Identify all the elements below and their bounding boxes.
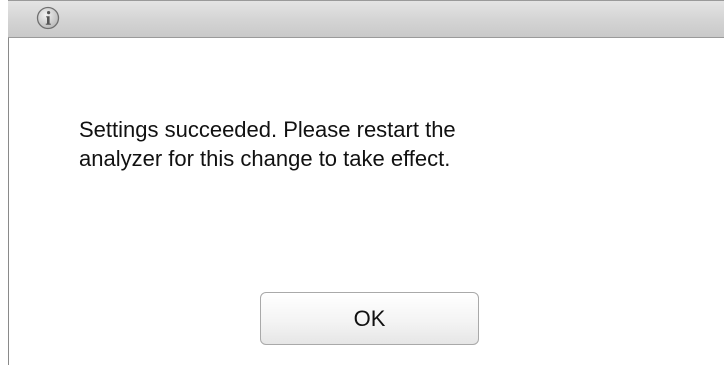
message-line-2: analyzer for this change to take effect. bbox=[79, 146, 451, 171]
info-dialog: Settings succeeded. Please restart the a… bbox=[0, 0, 724, 365]
message-line-1: Settings succeeded. Please restart the bbox=[79, 117, 456, 142]
info-icon bbox=[36, 6, 60, 30]
dialog-left-border bbox=[8, 0, 9, 365]
dialog-titlebar[interactable] bbox=[8, 0, 724, 38]
dialog-message: Settings succeeded. Please restart the a… bbox=[79, 115, 639, 173]
ok-button[interactable]: OK bbox=[260, 292, 479, 345]
